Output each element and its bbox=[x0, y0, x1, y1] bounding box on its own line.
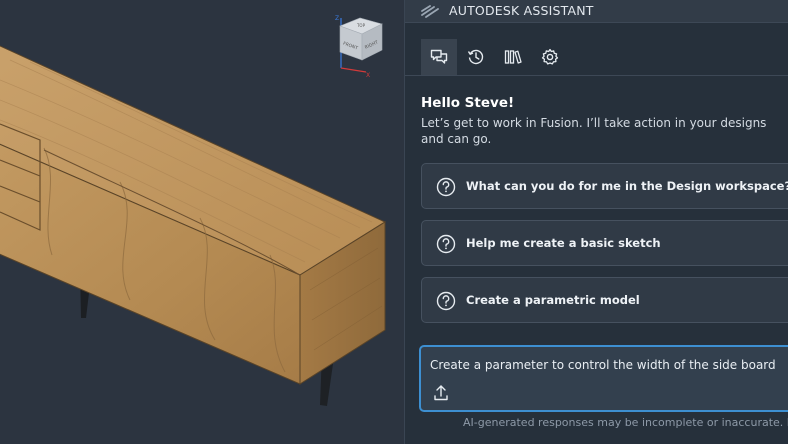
tab-settings[interactable] bbox=[532, 39, 568, 75]
suggestion-label: Help me create a basic sketch bbox=[466, 236, 661, 250]
z-axis-label: Z bbox=[335, 15, 339, 22]
question-circle-icon bbox=[436, 291, 456, 315]
x-axis-line bbox=[340, 67, 367, 73]
viewcube-top-label: TOP bbox=[356, 23, 366, 28]
autodesk-logo-icon bbox=[421, 4, 439, 23]
assistant-panel: AUTODESK ASSISTANT Hello Steve! Let’s ge… bbox=[404, 0, 788, 444]
suggestion-parametric-model[interactable]: Create a parametric model bbox=[421, 277, 788, 323]
suggestion-basic-sketch[interactable]: Help me create a basic sketch bbox=[421, 220, 788, 266]
upload-icon[interactable] bbox=[433, 384, 449, 406]
tab-library[interactable] bbox=[495, 39, 531, 75]
tab-history[interactable] bbox=[458, 39, 494, 75]
ai-disclaimer: AI-generated responses may be incomplete… bbox=[463, 416, 788, 429]
panel-titlebar: AUTODESK ASSISTANT bbox=[405, 0, 788, 23]
tab-bar bbox=[405, 23, 788, 76]
viewcube[interactable]: TOP FRONT RIGHT Z X bbox=[330, 10, 386, 80]
chat-bubbles-icon bbox=[430, 49, 448, 65]
gear-icon bbox=[541, 48, 559, 66]
prompt-input[interactable]: Create a parameter to control the width … bbox=[419, 345, 788, 412]
3d-viewport[interactable]: TOP FRONT RIGHT Z X bbox=[0, 0, 404, 444]
suggestion-design-workspace[interactable]: What can you do for me in the Design wor… bbox=[421, 163, 788, 209]
tab-chat[interactable] bbox=[421, 39, 457, 75]
intro-text: Let’s get to work in Fusion. I’ll take a… bbox=[421, 116, 767, 146]
suggestion-label: What can you do for me in the Design wor… bbox=[466, 179, 788, 193]
history-icon bbox=[467, 48, 485, 66]
question-circle-icon bbox=[436, 234, 456, 258]
panel-title: AUTODESK ASSISTANT bbox=[449, 3, 594, 18]
library-icon bbox=[504, 49, 522, 65]
x-axis-label: X bbox=[366, 72, 370, 79]
question-circle-icon bbox=[436, 177, 456, 201]
suggestion-label: Create a parametric model bbox=[466, 293, 640, 307]
prompt-input-text[interactable]: Create a parameter to control the width … bbox=[430, 358, 776, 372]
greeting-heading: Hello Steve! bbox=[421, 95, 515, 111]
